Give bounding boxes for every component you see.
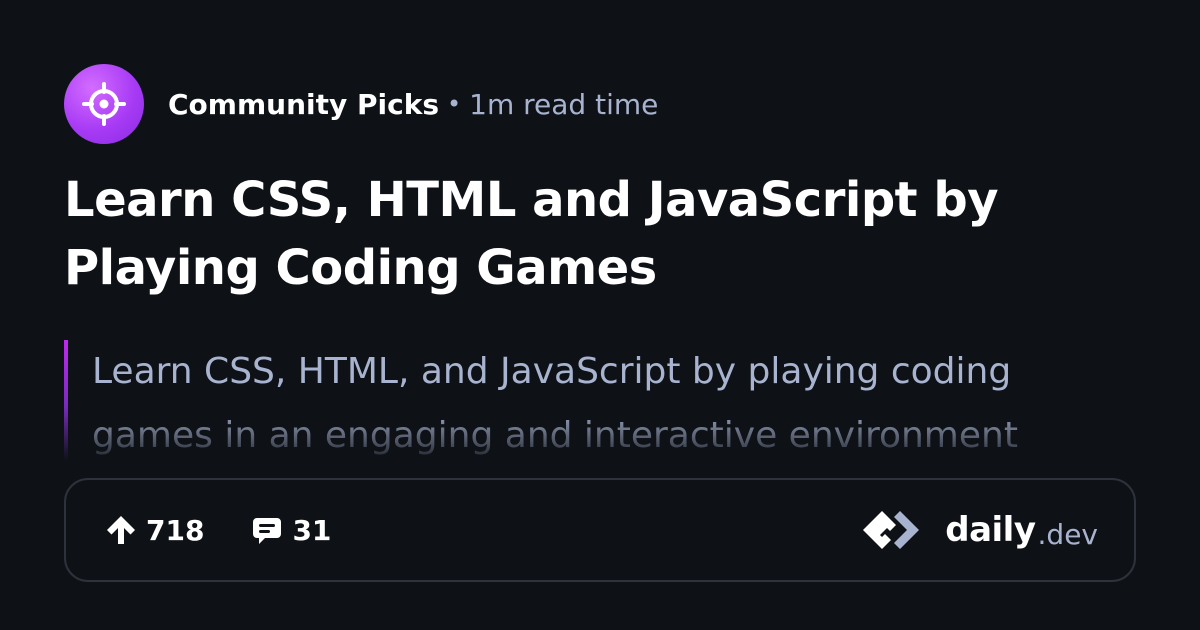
post-header: Community Picks • 1m read time: [64, 64, 658, 144]
daily-dev-brand[interactable]: daily .dev: [861, 509, 1098, 551]
summary-line-1: Learn CSS, HTML, and JavaScript by playi…: [92, 351, 1012, 392]
read-time: 1m read time: [469, 87, 659, 121]
post-meta: Community Picks • 1m read time: [168, 88, 658, 121]
brand-suffix: .dev: [1037, 517, 1098, 551]
upvote-arrow-icon: [107, 516, 135, 544]
upvote-stat[interactable]: 718: [104, 513, 204, 547]
source-name[interactable]: Community Picks: [168, 88, 439, 121]
comment-bubble-icon: [253, 518, 282, 544]
comment-count: 31: [292, 513, 332, 547]
summary-text: Learn CSS, HTML, and JavaScript by playi…: [92, 340, 1136, 460]
daily-dev-logo-icon: [863, 511, 920, 549]
post-title[interactable]: Learn CSS, HTML and JavaScript by Playin…: [64, 166, 1124, 302]
crosshair-icon: [82, 82, 126, 126]
brand-word: daily: [945, 510, 1036, 550]
source-avatar[interactable]: [64, 64, 144, 144]
post-summary: Learn CSS, HTML, and JavaScript by playi…: [64, 340, 1136, 460]
summary-accent-bar: [64, 340, 68, 460]
summary-line-2: games in an engaging and interactive env…: [92, 415, 1018, 456]
comment-stat[interactable]: 31: [250, 513, 331, 547]
upvote-count: 718: [146, 513, 205, 547]
post-footer: 718 31 daily .dev: [64, 478, 1136, 582]
meta-separator: •: [447, 90, 462, 118]
